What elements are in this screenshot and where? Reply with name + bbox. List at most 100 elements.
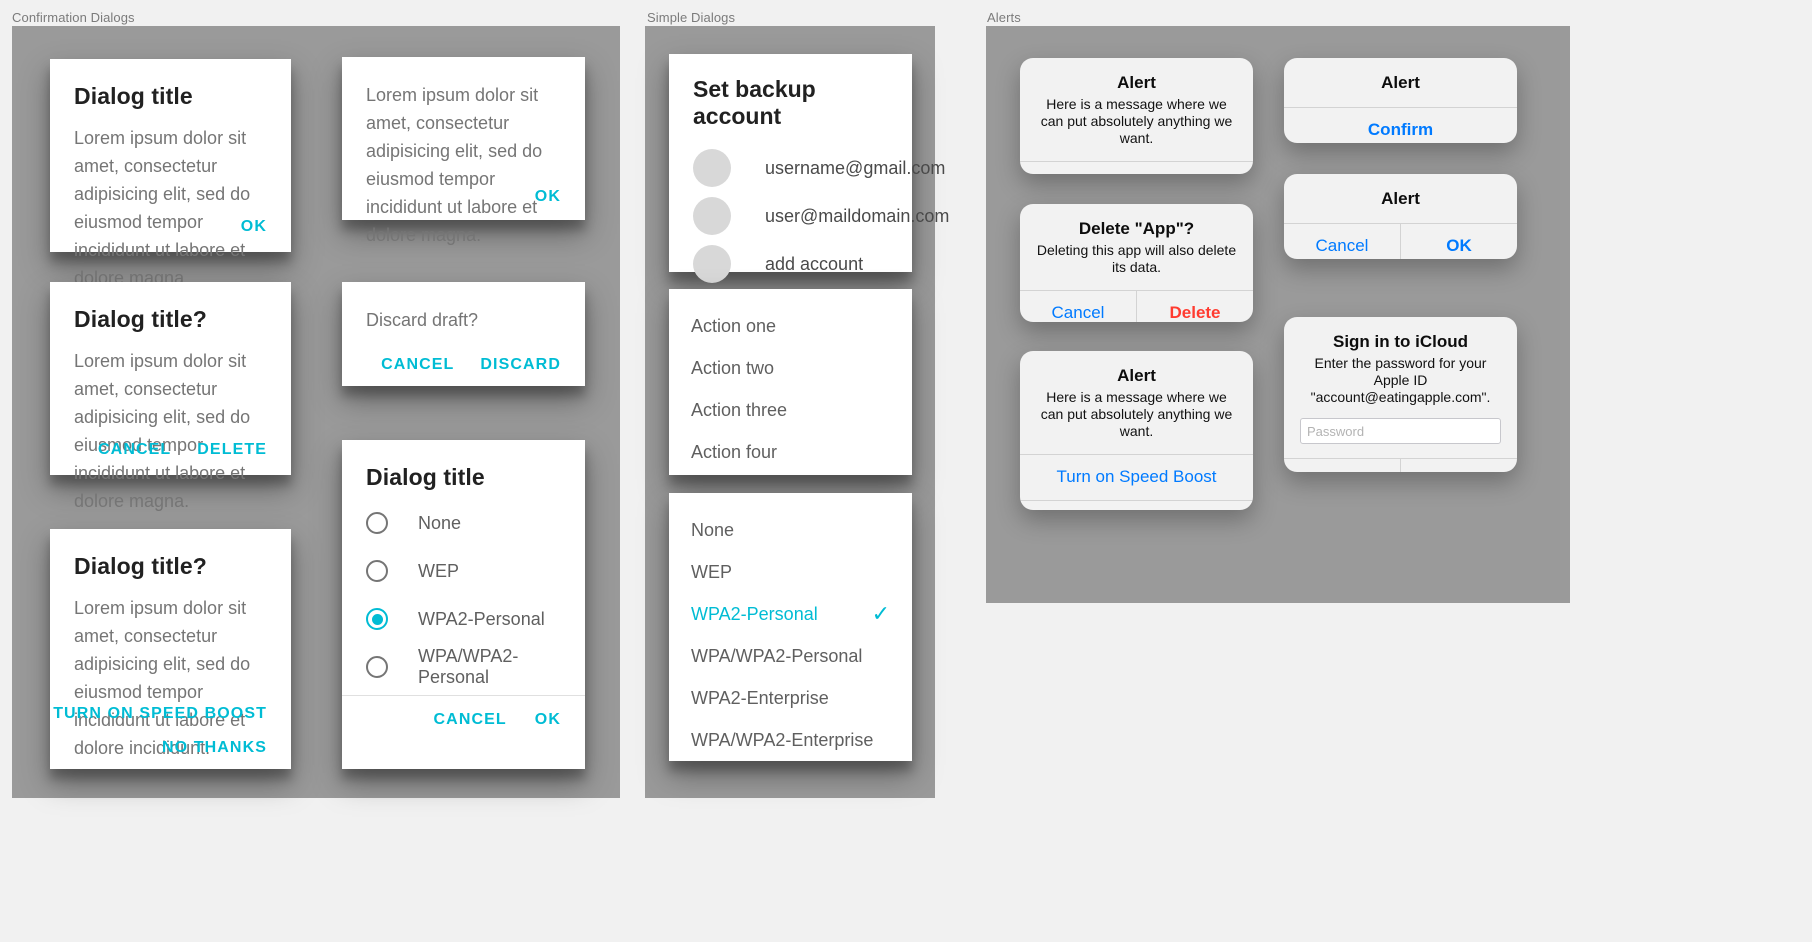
alert-confirm-message: Here is a message where we can put absol… (1040, 96, 1233, 146)
password-field[interactable]: Password (1300, 418, 1501, 444)
dialog-basic-body: Lorem ipsum dolor sit amet, consectetur … (74, 128, 251, 288)
radio-option-label: WPA/WPA2-Personal (418, 646, 519, 687)
backup-account-item[interactable]: user@maildomain.com (693, 192, 949, 240)
action-list-item[interactable]: Action four (691, 431, 890, 473)
alert-title-confirm-content: Alert (1284, 58, 1517, 107)
dialog-speed-boost-title: Dialog title? (74, 553, 207, 579)
wifi-list-item-label: WPA/WPA2-Personal (691, 645, 863, 666)
dialog-speed-boost-secondary-button[interactable]: NO THANKS (162, 739, 267, 757)
radio-option-none[interactable]: None (366, 499, 561, 547)
dialog-discard-draft-actions: CANCEL DISCARD (381, 356, 561, 374)
dialog-basic-ok-button[interactable]: OK (241, 218, 267, 236)
alert-speed-boost-cancel-button[interactable]: Cancel (1020, 501, 1253, 510)
alert-cancel-ok-title: Alert (1381, 189, 1420, 208)
dialog-speed-boost-primary-button[interactable]: TURN ON SPEED BOOST (53, 705, 267, 723)
dialog-delete-actions: CANCEL DELETE (98, 441, 267, 459)
avatar-icon (693, 149, 731, 187)
section-label-simple-dialogs: Simple Dialogs (647, 10, 736, 25)
section-label-confirmation-dialogs: Confirmation Dialogs (12, 10, 135, 25)
radio-option-label: WEP (418, 560, 460, 581)
wifi-list-item-wpa2-enterprise[interactable]: WPA2-Enterprise (691, 677, 890, 719)
dialog-radio-list-actions: CANCEL OK (342, 696, 585, 743)
alert-delete-app-content: Delete "App"? Deleting this app will als… (1020, 204, 1253, 290)
dialog-radio-list-cancel-button[interactable]: CANCEL (434, 711, 507, 729)
dialog-message-only: Lorem ipsum dolor sit amet, consectetur … (342, 57, 585, 245)
dialog-discard-draft-cancel-button[interactable]: CANCEL (381, 356, 454, 374)
alert-delete-app-cancel-button[interactable]: Cancel (1020, 291, 1136, 322)
dialog-radio-list-options[interactable]: None WEP WPA2-Personal WPA/WPA2-Personal… (342, 499, 585, 695)
backup-account-label: username@gmail.com (765, 157, 946, 178)
alert-delete-app-actions: Cancel Delete (1020, 291, 1253, 322)
alert-icloud-actions: Cancel OK (1284, 459, 1517, 472)
action-list-item[interactable]: Action one (691, 305, 890, 347)
alert-speed-boost-primary-button[interactable]: Turn on Speed Boost (1020, 455, 1253, 500)
radio-option-wpa-wpa2-personal[interactable]: WPA/WPA2-Personal (366, 643, 561, 691)
dialog-delete-delete-button[interactable]: DELETE (197, 441, 267, 459)
alert-icloud-message: Enter the password for your Apple ID "ac… (1310, 355, 1491, 405)
dialog-speed-boost: Dialog title? Lorem ipsum dolor sit amet… (50, 529, 291, 769)
action-list-item[interactable]: Action three (691, 389, 890, 431)
alert-cancel-ok: Alert Cancel OK (1284, 174, 1517, 259)
radio-icon-none (366, 512, 388, 534)
alert-confirm-actions: Confirm (1020, 162, 1253, 174)
action-list-item-label: Action one (691, 315, 777, 336)
alert-cancel-ok-cancel-button[interactable]: Cancel (1284, 224, 1400, 259)
alert-confirm-confirm-button[interactable]: Confirm (1020, 162, 1253, 174)
dialog-discard-draft-discard-button[interactable]: DISCARD (480, 356, 561, 374)
wifi-list-item-wpa2-personal[interactable]: WPA2-Personal ✓ (691, 593, 890, 635)
alert-icloud-cancel-button[interactable]: Cancel (1284, 459, 1400, 472)
alert-cancel-ok-ok-button[interactable]: OK (1401, 224, 1517, 259)
dialog-delete-body: Lorem ipsum dolor sit amet, consectetur … (74, 351, 251, 511)
wifi-list-item-wpa-wpa2-enterprise[interactable]: WPA/WPA2-Enterprise (691, 719, 890, 761)
dialog-basic: Dialog title Lorem ipsum dolor sit amet,… (50, 59, 291, 288)
alert-title-confirm: Alert Confirm (1284, 58, 1517, 143)
section-label-alerts: Alerts (987, 10, 1021, 25)
dialog-discard-draft: Discard draft? CANCEL DISCARD (342, 282, 585, 386)
alert-confirm-title: Alert (1117, 73, 1156, 92)
radio-icon-wep (366, 560, 388, 582)
dialog-action-list: Action one Action two Action three Actio… (669, 289, 912, 475)
alert-title-confirm-confirm-button[interactable]: Confirm (1284, 108, 1517, 143)
dialog-delete-title: Dialog title? (74, 306, 207, 332)
alert-delete-app-title: Delete "App"? (1078, 219, 1195, 238)
backup-account-item[interactable]: add account (693, 240, 888, 288)
alert-title-confirm-actions: Confirm (1284, 108, 1517, 143)
screenshot-root: Confirmation Dialogs Simple Dialogs Aler… (0, 0, 1812, 942)
dialog-message-only-body: Lorem ipsum dolor sit amet, consectetur … (366, 85, 543, 245)
dialog-set-backup-account-title: Set backup account (693, 76, 816, 129)
dialog-wifi-list: None WEP WPA2-Personal ✓ WPA/WPA2-Person… (669, 493, 912, 761)
alert-icloud-title: Sign in to iCloud (1332, 332, 1469, 351)
dialog-message-only-ok-button[interactable]: OK (535, 188, 561, 206)
action-list-item-label: Action four (691, 441, 778, 462)
dialog-delete-cancel-button[interactable]: CANCEL (98, 441, 171, 459)
dialog-message-only-actions: OK (535, 188, 561, 206)
backup-account-label: add account (765, 253, 864, 274)
dialog-basic-title: Dialog title (74, 83, 193, 109)
dialog-basic-actions: OK (241, 218, 267, 236)
alert-speed-boost-title: Alert (1117, 366, 1156, 385)
alert-icloud-signin: Sign in to iCloud Enter the password for… (1284, 317, 1517, 472)
backup-account-item[interactable]: username@gmail.com (693, 144, 945, 192)
wifi-list-item-label: None (691, 519, 735, 540)
wifi-list-item-label: WPA/WPA2-Enterprise (691, 729, 874, 750)
radio-option-wpa2-personal[interactable]: WPA2-Personal (366, 595, 561, 643)
alert-icloud-ok-button[interactable]: OK (1401, 459, 1517, 472)
radio-option-wep[interactable]: WEP (366, 547, 561, 595)
check-icon: ✓ (871, 601, 890, 626)
wifi-list-item-label: WEP (691, 561, 733, 582)
wifi-list-item-wep[interactable]: WEP (691, 551, 890, 593)
backup-account-label: user@maildomain.com (765, 205, 950, 226)
alert-delete-app-delete-button[interactable]: Delete (1137, 291, 1253, 322)
action-list-item-label: Action two (691, 357, 775, 378)
dialog-radio-list-ok-button[interactable]: OK (535, 711, 561, 729)
alert-confirm: Alert Here is a message where we can put… (1020, 58, 1253, 174)
wifi-list-item-wpa-wpa2-personal[interactable]: WPA/WPA2-Personal (691, 635, 890, 677)
dialog-discard-draft-body: Discard draft? (366, 310, 479, 330)
action-list-item[interactable]: Action two (691, 347, 890, 389)
dialog-radio-list-title: Dialog title (366, 464, 485, 490)
backup-account-list[interactable]: username@gmail.com user@maildomain.com a… (693, 144, 949, 288)
alert-delete-app: Delete "App"? Deleting this app will als… (1020, 204, 1253, 322)
alert-confirm-content: Alert Here is a message where we can put… (1020, 58, 1253, 161)
alert-speed-boost: Alert Here is a message where we can put… (1020, 351, 1253, 510)
wifi-list-item-none[interactable]: None (691, 509, 890, 551)
